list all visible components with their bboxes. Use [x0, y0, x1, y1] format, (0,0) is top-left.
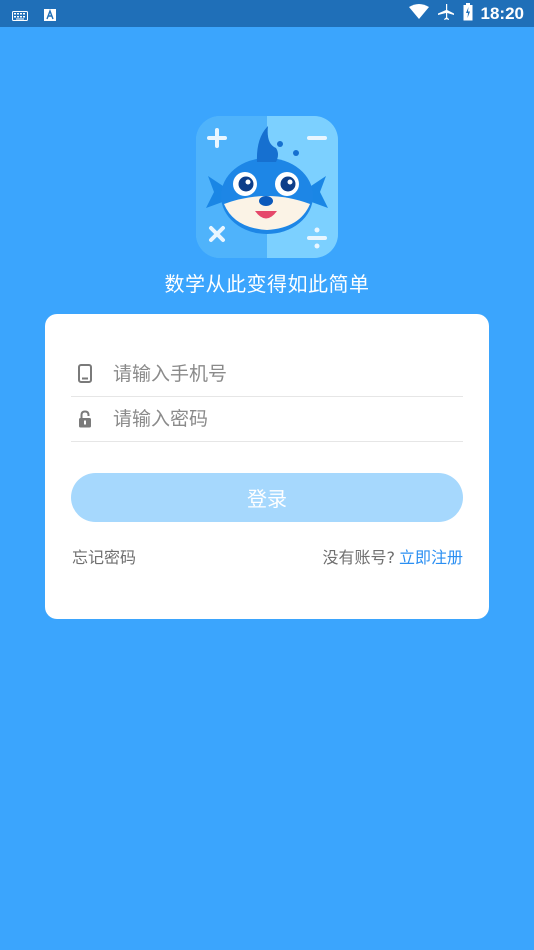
login-card: 登录 忘记密码 没有账号? 立即注册 — [45, 314, 489, 619]
no-account-text: 没有账号? — [322, 548, 395, 567]
battery-icon — [463, 3, 473, 25]
register-row: 没有账号? 立即注册 — [322, 544, 463, 568]
password-field — [71, 396, 463, 442]
wifi-icon — [408, 4, 429, 24]
lock-icon — [71, 409, 99, 428]
phone-field — [71, 351, 463, 397]
phone-icon — [71, 364, 99, 383]
a-notification-icon — [44, 6, 56, 25]
status-bar: 18:20 — [0, 0, 534, 27]
forgot-password-link[interactable]: 忘记密码 — [72, 544, 136, 568]
airplane-icon — [437, 3, 455, 25]
keyboard-icon — [12, 6, 28, 25]
phone-input[interactable] — [113, 362, 443, 385]
app-slogan: 数学从此变得如此简单 — [164, 272, 370, 296]
register-link[interactable]: 立即注册 — [399, 544, 463, 568]
app-logo — [196, 116, 338, 258]
clock-time: 18:20 — [480, 4, 524, 23]
login-button[interactable]: 登录 — [71, 473, 463, 522]
password-input[interactable] — [113, 407, 443, 430]
